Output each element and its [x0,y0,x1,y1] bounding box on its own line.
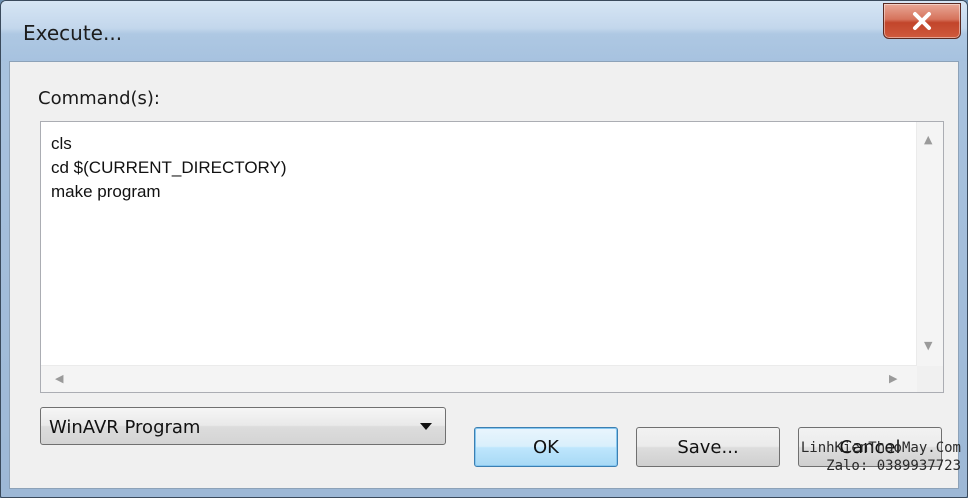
vertical-scrollbar[interactable]: ▲ ▼ [916,122,943,366]
scroll-left-icon[interactable]: ◀ [55,373,63,384]
close-icon [913,12,931,30]
horizontal-scrollbar[interactable]: ◀ ▶ [41,365,917,392]
scroll-right-icon[interactable]: ▶ [889,373,897,384]
title-bar[interactable]: Execute... [1,1,967,61]
scroll-up-icon[interactable]: ▲ [924,134,932,145]
scrollbar-corner [917,366,943,392]
profile-select[interactable]: WinAVR Program [40,407,446,445]
watermark: LinhKienThaoMay.Com Zalo: 0389937723 [731,439,961,475]
watermark-contact: Zalo: 0389937723 [826,458,961,474]
watermark-site: LinhKienThaoMay.Com [800,440,961,456]
chevron-down-icon [420,423,432,430]
ok-button[interactable]: OK [474,427,618,467]
commands-label: Command(s): [38,88,161,109]
window-title: Execute... [23,21,123,45]
commands-editor[interactable]: cls cd $(CURRENT_DIRECTORY) make program… [40,121,944,393]
commands-text[interactable]: cls cd $(CURRENT_DIRECTORY) make program [51,132,911,352]
dialog-body: Command(s): cls cd $(CURRENT_DIRECTORY) … [9,61,959,489]
close-button[interactable] [883,3,961,39]
profile-select-value: WinAVR Program [49,417,201,438]
execute-dialog: Execute... Command(s): cls cd $(CURRENT_… [0,0,968,498]
scroll-down-icon[interactable]: ▼ [924,340,932,351]
